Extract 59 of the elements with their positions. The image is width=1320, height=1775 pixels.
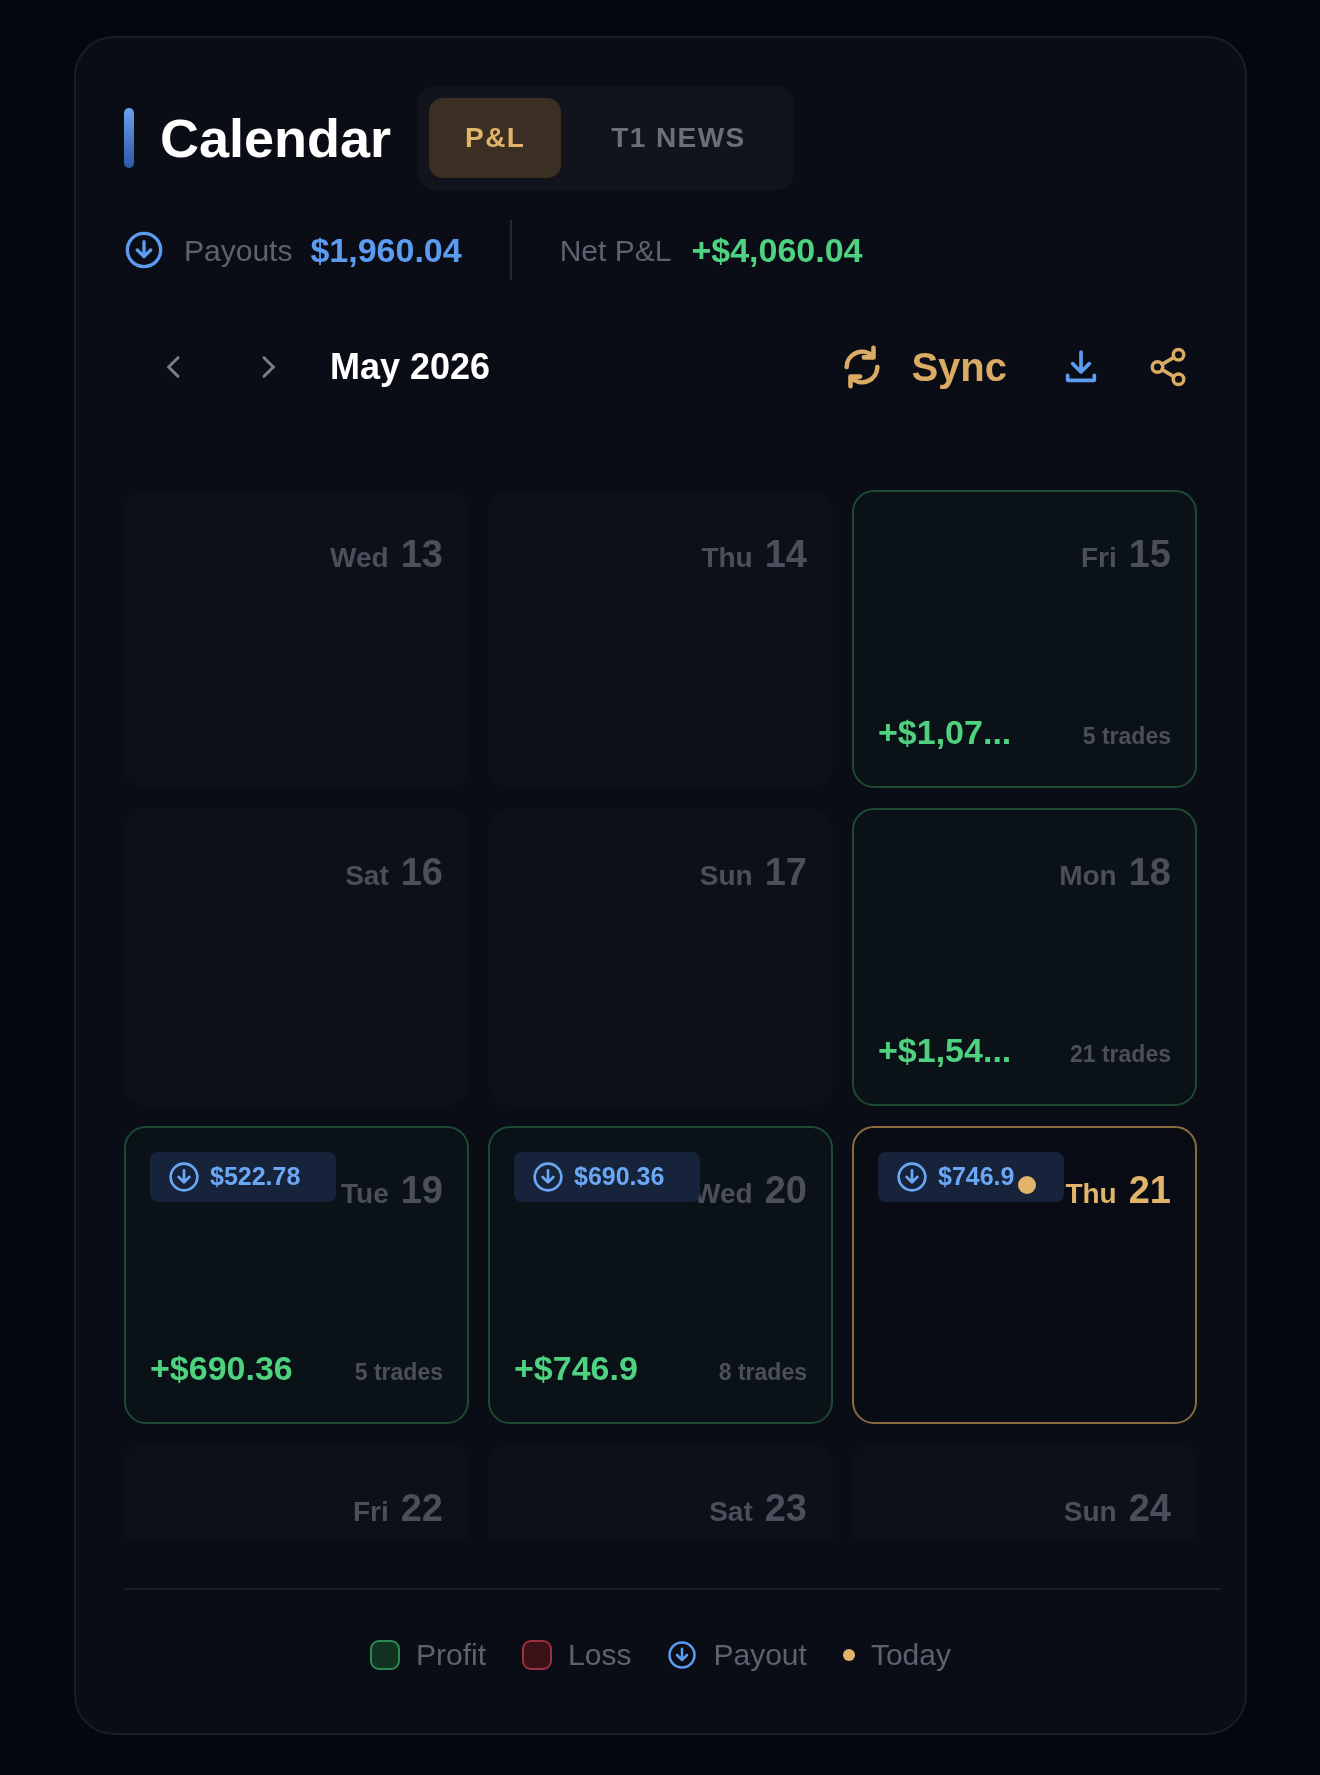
payout-amount: $690.36 bbox=[574, 1161, 665, 1193]
loss-swatch bbox=[522, 1639, 553, 1670]
sync-button[interactable]: Sync bbox=[839, 337, 1007, 397]
day-number: 16 bbox=[400, 850, 443, 895]
day-number: 23 bbox=[764, 1486, 807, 1531]
day-cell[interactable]: Mon 18 +$1,54... 21 trades bbox=[852, 808, 1197, 1106]
net-pnl-value: +$4,060.04 bbox=[691, 229, 863, 271]
payouts-value: $1,960.04 bbox=[310, 229, 462, 271]
day-number: 15 bbox=[1128, 532, 1171, 577]
weekday-label: Fri bbox=[352, 1495, 389, 1529]
weekday-label: Mon bbox=[1059, 859, 1117, 893]
day-number: 21 bbox=[1128, 1168, 1171, 1213]
day-number: 18 bbox=[1128, 850, 1171, 895]
trade-count: 21 trades bbox=[1070, 1040, 1171, 1069]
weekday-label: Fri bbox=[1080, 541, 1117, 575]
weekday-label: Sun bbox=[699, 859, 753, 893]
month-label: May 2026 bbox=[330, 345, 491, 389]
day-number: 20 bbox=[764, 1168, 807, 1213]
legend-label: Profit bbox=[416, 1637, 487, 1673]
weekday-label: Sat bbox=[345, 859, 389, 893]
tab[interactable]: T1 NEWS bbox=[575, 98, 782, 178]
pnl-amount: +$690.36 bbox=[150, 1348, 293, 1389]
payouts-label: Payouts bbox=[184, 232, 293, 269]
day-cell[interactable]: $522.78 Tue 19 +$690.36 5 trades bbox=[124, 1126, 469, 1424]
download-circle-icon bbox=[896, 1161, 928, 1193]
day-cell[interactable]: Fri 15 +$1,07... 5 trades bbox=[852, 490, 1197, 788]
day-number: 24 bbox=[1128, 1486, 1171, 1531]
calendar-title: Calendar bbox=[160, 106, 392, 170]
payout-amount: $746.9 bbox=[938, 1161, 1015, 1193]
day-number: 13 bbox=[400, 532, 443, 577]
day-number: 19 bbox=[400, 1168, 443, 1213]
download-circle-icon bbox=[532, 1161, 564, 1193]
pnl-amount: +$746.9 bbox=[514, 1348, 638, 1389]
weekday-label: Thu bbox=[701, 541, 753, 575]
weekday-label: Sun bbox=[1063, 1495, 1117, 1529]
trade-count: 5 trades bbox=[1082, 722, 1171, 751]
download-circle-icon bbox=[667, 1639, 698, 1670]
accent-bar bbox=[124, 108, 134, 168]
legend-label: Today bbox=[870, 1637, 951, 1673]
net-pnl-label: Net P&L bbox=[559, 232, 672, 269]
profit-swatch bbox=[370, 1639, 401, 1670]
pnl-amount: +$1,07... bbox=[878, 712, 1012, 753]
pnl-amount: +$1,54... bbox=[878, 1030, 1012, 1071]
day-number: 14 bbox=[764, 532, 807, 577]
day-number: 17 bbox=[764, 850, 807, 895]
day-number: 22 bbox=[400, 1486, 443, 1531]
trade-count: 5 trades bbox=[354, 1358, 443, 1387]
day-cell[interactable]: $746.9 Thu 21 bbox=[852, 1126, 1197, 1424]
tab[interactable]: P&L bbox=[429, 98, 562, 178]
legend-label: Loss bbox=[568, 1637, 632, 1673]
legend-label: Payout bbox=[713, 1637, 807, 1673]
payout-amount: $522.78 bbox=[210, 1161, 301, 1193]
download-circle-icon bbox=[124, 230, 164, 270]
weekday-label: Tue bbox=[341, 1177, 389, 1211]
weekday-label: Thu bbox=[1065, 1177, 1117, 1211]
download-circle-icon bbox=[168, 1161, 200, 1193]
trade-count: 8 trades bbox=[718, 1358, 807, 1387]
weekday-label: Sat bbox=[709, 1495, 753, 1529]
weekday-label: Wed bbox=[330, 541, 389, 575]
